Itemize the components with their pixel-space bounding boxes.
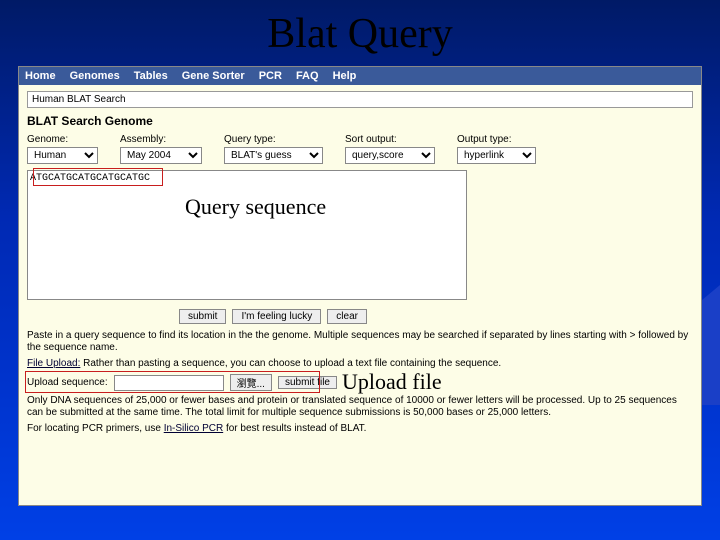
top-navbar: Home Genomes Tables Gene Sorter PCR FAQ … — [19, 67, 701, 85]
annotation-upload-label: Upload file — [342, 369, 442, 395]
browse-button[interactable]: 瀏覽... — [230, 374, 272, 391]
nav-faq[interactable]: FAQ — [296, 70, 319, 82]
nav-pcr[interactable]: PCR — [259, 70, 282, 82]
nav-genomes[interactable]: Genomes — [70, 70, 120, 82]
page-heading: BLAT Search Genome — [27, 114, 693, 128]
pcr-note-prefix: For locating PCR primers, use — [27, 423, 164, 434]
clear-button[interactable]: clear — [327, 309, 367, 324]
sort-output-label: Sort output: — [345, 134, 435, 145]
file-upload-description: File Upload: Rather than pasting a seque… — [27, 358, 693, 370]
paste-description: Paste in a query sequence to find its lo… — [27, 330, 693, 354]
output-type-label: Output type: — [457, 134, 536, 145]
pcr-note-suffix: for best results instead of BLAT. — [223, 423, 366, 434]
nav-home[interactable]: Home — [25, 70, 56, 82]
sort-output-select[interactable]: query,score — [345, 147, 435, 164]
file-upload-heading: File Upload: — [27, 358, 80, 369]
section-header: Human BLAT Search — [27, 91, 693, 108]
limits-description: Only DNA sequences of 25,000 or fewer ba… — [27, 395, 693, 419]
assembly-label: Assembly: — [120, 134, 202, 145]
browser-panel: Home Genomes Tables Gene Sorter PCR FAQ … — [18, 66, 702, 506]
submit-file-button[interactable]: submit file — [278, 376, 337, 389]
controls-row: Genome: Human Assembly: May 2004 Query t… — [27, 134, 693, 164]
upload-file-input[interactable] — [114, 375, 224, 391]
sequence-textarea[interactable] — [27, 170, 467, 300]
nav-help[interactable]: Help — [333, 70, 357, 82]
slide-title: Blat Query — [0, 0, 720, 66]
file-upload-text: Rather than pasting a sequence, you can … — [83, 358, 501, 369]
genome-label: Genome: — [27, 134, 98, 145]
query-type-label: Query type: — [224, 134, 323, 145]
genome-select[interactable]: Human — [27, 147, 98, 164]
query-area: Query sequence — [27, 170, 693, 303]
upload-row: Upload sequence: 瀏覽... submit file Uploa… — [27, 374, 693, 391]
nav-tables[interactable]: Tables — [134, 70, 168, 82]
assembly-select[interactable]: May 2004 — [120, 147, 202, 164]
output-type-select[interactable]: hyperlink — [457, 147, 536, 164]
nav-gene-sorter[interactable]: Gene Sorter — [182, 70, 245, 82]
action-button-row: submit I'm feeling lucky clear — [179, 309, 701, 324]
lucky-button[interactable]: I'm feeling lucky — [232, 309, 321, 324]
pcr-link[interactable]: In-Silico PCR — [164, 423, 223, 434]
pcr-note: For locating PCR primers, use In-Silico … — [27, 423, 693, 435]
upload-prefix-label: Upload sequence: — [27, 377, 108, 388]
query-type-select[interactable]: BLAT's guess — [224, 147, 323, 164]
submit-button[interactable]: submit — [179, 309, 226, 324]
